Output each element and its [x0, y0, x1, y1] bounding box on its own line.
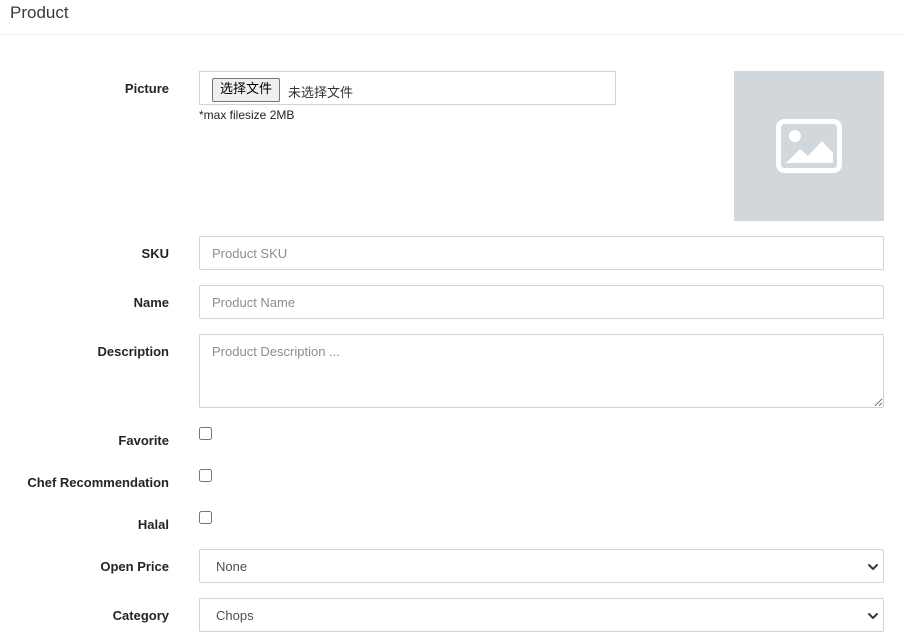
picture-file-input[interactable]: 选择文件 未选择文件: [199, 71, 616, 105]
category-select[interactable]: Chops: [199, 598, 884, 632]
sku-label: SKU: [141, 246, 169, 261]
category-label: Category: [112, 608, 169, 623]
open-price-selected-value: None: [216, 559, 248, 574]
category-selected-value: Chops: [216, 608, 254, 623]
open-price-label: Open Price: [100, 559, 169, 574]
halal-label: Halal: [137, 517, 169, 532]
card-header: Product: [0, 0, 904, 35]
halal-checkbox[interactable]: [199, 511, 212, 524]
image-placeholder-icon: [776, 119, 842, 173]
description-label: Description: [97, 344, 169, 359]
page-title: Product: [10, 3, 69, 22]
chef-recommendation-label: Chef Recommendation: [27, 475, 169, 490]
filesize-help-text: *max filesize 2MB: [199, 108, 295, 122]
name-input[interactable]: [199, 285, 884, 319]
sku-input[interactable]: [199, 236, 884, 270]
description-textarea[interactable]: [199, 334, 884, 408]
chevron-down-icon: [868, 564, 878, 570]
favorite-label: Favorite: [118, 433, 169, 448]
choose-file-button[interactable]: 选择文件: [212, 78, 281, 102]
name-label: Name: [133, 295, 169, 310]
favorite-checkbox[interactable]: [199, 427, 212, 440]
chef-recommendation-checkbox[interactable]: [199, 469, 212, 482]
picture-label: Picture: [124, 81, 169, 96]
picture-preview: [734, 71, 884, 221]
file-status-text: 未选择文件: [288, 86, 354, 101]
open-price-select[interactable]: None: [199, 549, 884, 583]
chevron-down-icon: [868, 613, 878, 619]
